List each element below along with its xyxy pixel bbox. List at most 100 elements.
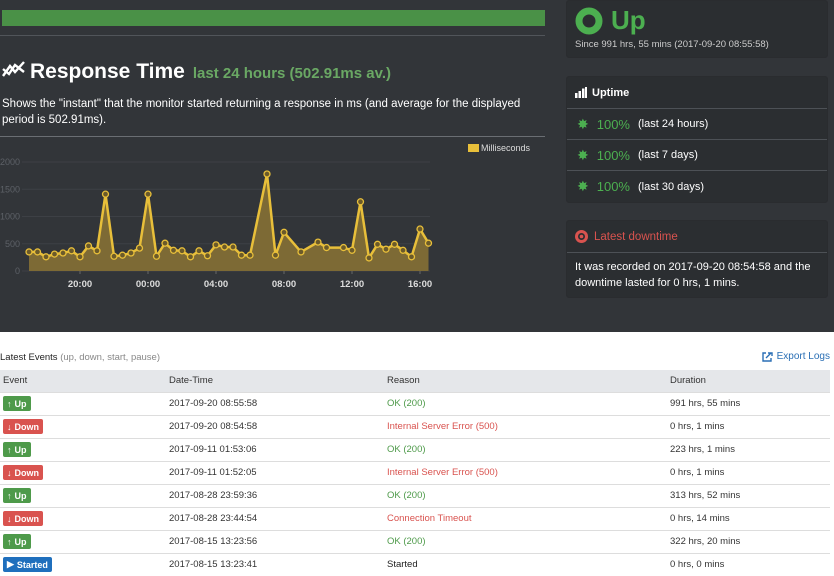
x-tick-label: 08:00 bbox=[272, 279, 296, 290]
event-label: Up bbox=[14, 536, 27, 547]
table-row: ↑ Up 2017-08-28 23:59:36 OK (200) 313 hrs, 5… bbox=[0, 483, 830, 507]
event-cell: ↓ Down bbox=[0, 460, 166, 484]
response-time-heading: Response Time last 24 hours (502.91ms av… bbox=[2, 60, 391, 84]
uptime-period: (last 7 days) bbox=[637, 149, 698, 161]
table-row: ↓ Down 2017-09-11 01:52:05 Internal Server … bbox=[0, 460, 830, 484]
event-cell: ↑ Up bbox=[0, 391, 166, 415]
uptime-card: Uptime ✸ 100% (last 24 hours) ✸ 100% (la… bbox=[566, 76, 828, 203]
arrow-up-icon: ↑ bbox=[7, 536, 12, 547]
y-tick-label: 0 bbox=[15, 266, 20, 276]
data-point bbox=[314, 238, 322, 246]
data-point bbox=[144, 190, 152, 198]
data-point bbox=[169, 246, 178, 254]
reason-cell: OK (200) bbox=[384, 391, 667, 415]
uptime-period: (last 24 hours) bbox=[637, 118, 709, 130]
uptime-title: Uptime bbox=[592, 86, 630, 99]
data-point bbox=[237, 251, 246, 259]
downtime-text: It was recorded on 2017-09-20 08:54:58 a… bbox=[575, 261, 811, 289]
uptime-percent: 100% bbox=[596, 116, 630, 132]
datetime-cell: 2017-08-28 23:59:36 bbox=[166, 483, 384, 507]
datetime-cell: 2017-09-20 08:55:58 bbox=[166, 391, 384, 415]
downtime-title: Latest downtime bbox=[594, 230, 678, 243]
table-row: ↑ Up 2017-08-15 13:23:56 OK (200) 322 hrs, 2… bbox=[0, 529, 830, 553]
arrow-down-icon: ↓ bbox=[7, 513, 12, 524]
badge-check-icon: ✸ bbox=[577, 146, 589, 163]
divider bbox=[0, 35, 545, 36]
data-point bbox=[127, 249, 135, 257]
y-tick-label: 2000 bbox=[0, 157, 20, 167]
reason-cell: OK (200) bbox=[384, 437, 667, 461]
data-point bbox=[365, 254, 373, 262]
event-badge: ↓ Down bbox=[3, 511, 43, 526]
data-point bbox=[110, 252, 118, 260]
downtime-header: Latest downtime bbox=[567, 221, 827, 253]
datetime-cell: 2017-08-15 13:23:41 bbox=[166, 552, 384, 576]
response-time-chart: 0 500 1000 1500 2000 20:00 00:00 04:00 08:00 12:0… bbox=[0, 157, 433, 290]
data-point bbox=[118, 251, 127, 259]
data-point bbox=[212, 241, 220, 249]
x-tick-label: 12:00 bbox=[340, 279, 364, 290]
event-label: Up bbox=[14, 490, 27, 501]
event-cell: ↑ Up bbox=[0, 483, 166, 507]
data-point bbox=[280, 228, 288, 236]
data-point bbox=[152, 252, 161, 260]
uptime-percent: 100% bbox=[596, 147, 630, 163]
uptime-percent: 100% bbox=[596, 179, 630, 194]
datetime-cell: 2017-09-20 08:54:58 bbox=[166, 414, 384, 438]
data-point bbox=[76, 253, 84, 261]
data-point bbox=[101, 190, 110, 198]
reason-cell: Internal Server Error (500) bbox=[384, 460, 667, 484]
data-point bbox=[195, 247, 203, 255]
event-badge: ▶ Started bbox=[3, 557, 52, 573]
x-tick-label: 16:00 bbox=[408, 279, 432, 290]
data-point bbox=[424, 239, 433, 247]
data-point bbox=[390, 240, 399, 248]
data-point bbox=[322, 243, 331, 252]
data-point bbox=[42, 253, 50, 261]
bar-chart-icon bbox=[575, 87, 587, 98]
response-time-description: Shows the "instant" that the monitor sta… bbox=[2, 98, 521, 126]
export-logs-label: Export Logs bbox=[776, 351, 830, 362]
status-card: Up Since 991 hrs, 55 mins (2017-09-20 08… bbox=[566, 0, 828, 58]
data-point bbox=[135, 244, 144, 252]
data-point bbox=[33, 248, 42, 256]
x-tick-label: 20:00 bbox=[68, 279, 92, 290]
arrow-up-icon: ↑ bbox=[7, 444, 12, 455]
event-cell: ▶ Started bbox=[0, 552, 166, 576]
event-cell: ↓ Down bbox=[0, 414, 166, 438]
uptime-row: ✸ 100% (last 7 days) bbox=[567, 140, 827, 171]
events-table: Event Date-Time Reason Duration ↑ Up 2017-… bbox=[0, 370, 830, 576]
data-point bbox=[416, 225, 424, 233]
event-badge: ↑ Up bbox=[3, 442, 31, 457]
export-logs-link[interactable]: Export Logs bbox=[761, 351, 830, 362]
data-point bbox=[178, 247, 186, 255]
reason-cell: Connection Timeout bbox=[384, 506, 667, 530]
latest-downtime-card: Latest downtime It was recorded on 2017-… bbox=[566, 220, 828, 298]
table-row: ↓ Down 2017-08-28 23:44:54 Connection Timeo… bbox=[0, 506, 830, 530]
data-point bbox=[67, 247, 76, 255]
data-point bbox=[220, 243, 229, 251]
legend-label: Milliseconds bbox=[481, 143, 531, 153]
data-point bbox=[339, 243, 348, 252]
status-since: Since 991 hrs, 55 mins (2017-09-20 08:55… bbox=[575, 39, 769, 50]
data-point bbox=[246, 251, 254, 259]
arrow-down-icon: ↓ bbox=[7, 421, 12, 432]
data-point bbox=[50, 250, 59, 258]
data-point bbox=[59, 249, 67, 257]
datetime-cell: 2017-08-15 13:23:56 bbox=[166, 529, 384, 553]
record-icon bbox=[575, 230, 588, 243]
event-label: Started bbox=[16, 559, 48, 570]
data-point bbox=[161, 239, 169, 247]
duration-cell: 991 hrs, 55 mins bbox=[667, 391, 830, 415]
uptime-period: (last 30 days) bbox=[637, 180, 705, 193]
status-label: Up bbox=[611, 5, 646, 35]
export-icon bbox=[761, 351, 773, 362]
uptime-row: ✸ 100% (last 24 hours) bbox=[567, 109, 827, 140]
data-point bbox=[84, 242, 93, 250]
badge-check-icon: ✸ bbox=[577, 178, 589, 194]
datetime-cell: 2017-08-28 23:44:54 bbox=[166, 506, 384, 530]
data-point bbox=[186, 253, 195, 261]
data-point bbox=[297, 248, 305, 256]
legend-swatch bbox=[468, 144, 479, 152]
duration-cell: 0 hrs, 1 mins bbox=[667, 460, 830, 484]
